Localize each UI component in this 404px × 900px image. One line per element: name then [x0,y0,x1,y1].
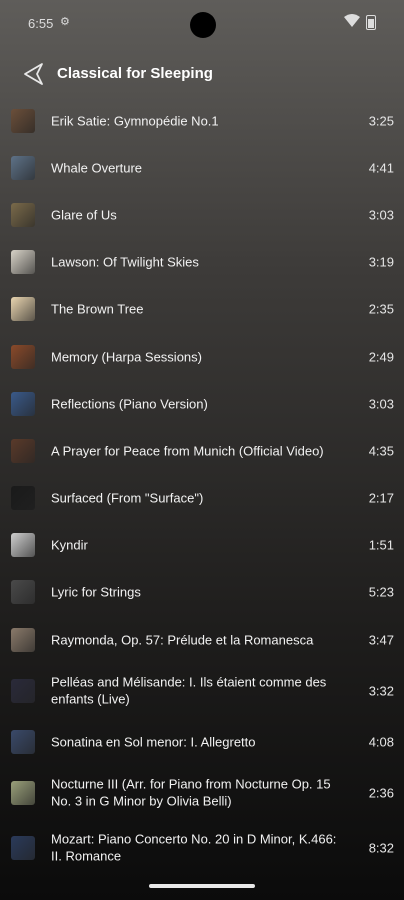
track-title: Nocturne III (Arr. for Piano from Noctur… [51,776,331,809]
track-row[interactable]: Pelléas and Mélisande: I. Ils étaient co… [0,663,404,718]
track-row[interactable]: Mozart: Piano Concerto No. 20 in D Minor… [0,820,404,875]
page-title: Classical for Sleeping [57,65,213,82]
track-duration: 4:08 [368,734,394,750]
camera-cutout [190,12,216,38]
track-thumbnail [11,344,35,369]
track-title: Erik Satie: Gymnopédie No.1 [51,112,219,128]
track-thumbnail [11,627,35,652]
track-title: Sonatina en Sol menor: I. Allegretto [51,734,256,750]
track-thumbnail [11,780,35,805]
track-row[interactable]: Glare of Us 3:03 [0,191,404,238]
track-row[interactable]: The Brown Tree 2:35 [0,286,404,333]
track-list: Erik Satie: Gymnopédie No.1 3:25 Whale O… [0,97,404,875]
track-title: Memory (Harpa Sessions) [51,348,202,364]
gear-icon: ⚙ [60,16,70,28]
track-duration: 5:23 [368,584,394,600]
track-row[interactable]: Lyric for Strings 5:23 [0,569,404,616]
track-thumbnail [11,729,35,754]
track-title: Mozart: Piano Concerto No. 20 in D Minor… [51,831,337,864]
track-thumbnail [11,580,35,605]
track-thumbnail [11,108,35,133]
track-row[interactable]: Sonatina en Sol menor: I. Allegretto 4:0… [0,718,404,765]
track-row[interactable]: Reflections (Piano Version) 3:03 [0,380,404,427]
status-bar: 6:55 ⚙ [0,0,404,40]
back-button[interactable] [20,61,48,87]
track-row[interactable]: Nocturne III (Arr. for Piano from Noctur… [0,765,404,820]
track-duration: 2:35 [368,301,394,317]
playlist-header: Classical for Sleeping [0,55,404,93]
track-title: Kyndir [51,537,88,553]
track-row[interactable]: Erik Satie: Gymnopédie No.1 3:25 [0,97,404,144]
back-triangle-icon [24,63,43,85]
track-title: Surfaced (From "Surface") [51,490,204,506]
track-title: Glare of Us [51,207,117,223]
track-row[interactable]: Lawson: Of Twilight Skies 3:19 [0,239,404,286]
track-duration: 3:47 [368,632,394,648]
track-title: Raymonda, Op. 57: Prélude et la Romanesc… [51,631,314,647]
track-duration: 3:32 [368,683,394,699]
track-thumbnail [11,391,35,416]
track-duration: 1:51 [368,537,394,553]
track-duration: 3:03 [368,207,394,223]
track-row[interactable]: Raymonda, Op. 57: Prélude et la Romanesc… [0,616,404,663]
wifi-icon [344,14,360,27]
track-title: The Brown Tree [51,301,144,317]
battery-icon [366,15,376,30]
track-row[interactable]: Kyndir 1:51 [0,522,404,569]
track-duration: 8:32 [368,840,394,856]
track-duration: 2:17 [368,490,394,506]
home-indicator[interactable] [149,884,255,888]
track-thumbnail [11,297,35,322]
track-title: Lyric for Strings [51,584,141,600]
track-thumbnail [11,438,35,463]
track-thumbnail [11,155,35,180]
track-duration: 4:35 [368,443,394,459]
track-title: A Prayer for Peace from Munich (Official… [51,443,324,459]
track-thumbnail [11,250,35,275]
track-duration: 4:41 [368,160,394,176]
track-thumbnail [11,202,35,227]
track-duration: 3:03 [368,396,394,412]
track-row[interactable]: Whale Overture 4:41 [0,144,404,191]
track-title: Whale Overture [51,160,143,176]
track-title: Pelléas and Mélisande: I. Ils étaient co… [51,674,327,707]
track-duration: 2:36 [368,785,394,801]
track-thumbnail [11,533,35,558]
track-row[interactable]: A Prayer for Peace from Munich (Official… [0,427,404,474]
track-duration: 3:25 [368,113,394,129]
track-title: Lawson: Of Twilight Skies [51,254,199,270]
status-time: 6:55 [28,16,54,31]
track-thumbnail [11,835,35,860]
track-duration: 2:49 [368,349,394,365]
track-thumbnail [11,678,35,703]
track-row[interactable]: Surfaced (From "Surface") 2:17 [0,475,404,522]
track-thumbnail [11,486,35,511]
track-duration: 3:19 [368,254,394,270]
track-row[interactable]: Memory (Harpa Sessions) 2:49 [0,333,404,380]
track-title: Reflections (Piano Version) [51,395,208,411]
